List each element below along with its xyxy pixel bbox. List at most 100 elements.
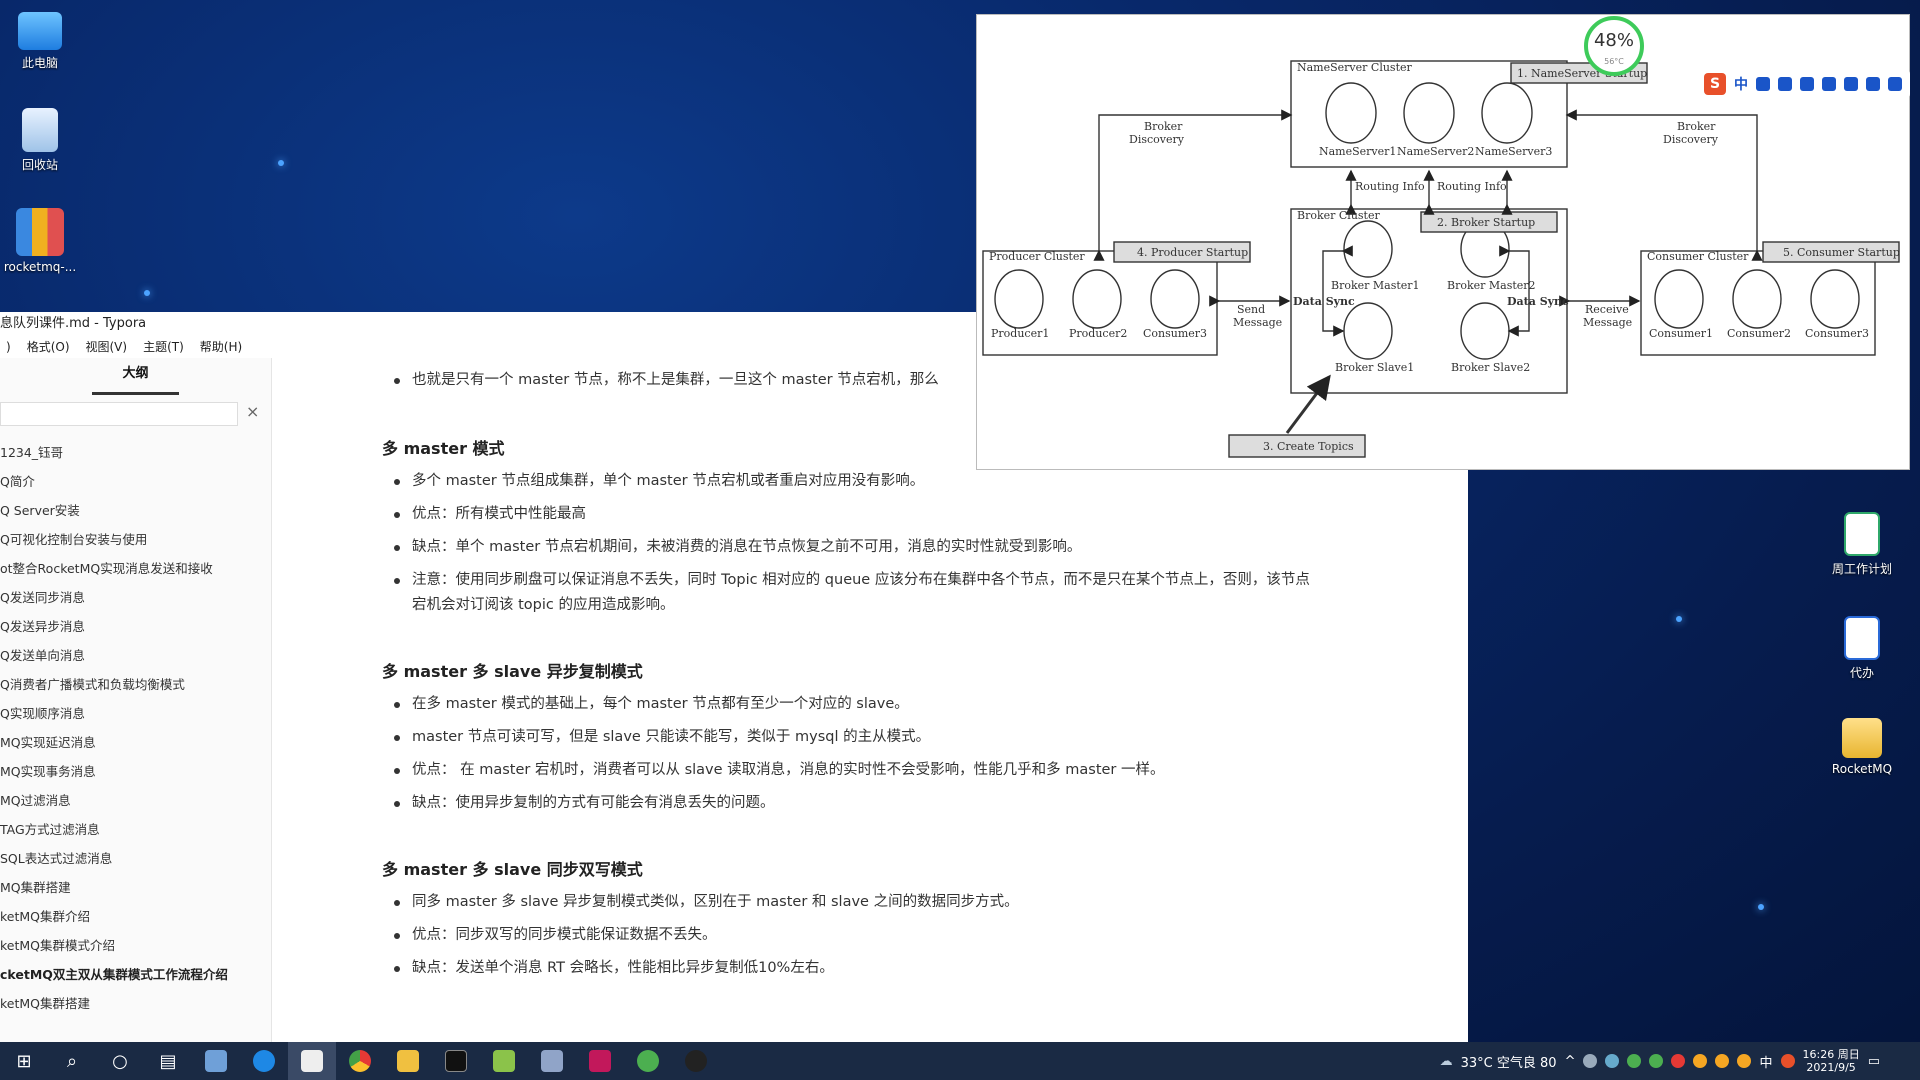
desktop-icon-recycle-bin[interactable]: 回收站	[0, 108, 80, 173]
consumer-label: Consumer3	[1805, 327, 1869, 340]
qq-tray-icon[interactable]	[1715, 1054, 1730, 1068]
receive-message-label: Receive	[1585, 303, 1629, 316]
taskbar-app-chrome[interactable]	[336, 1042, 384, 1080]
menu-item-view[interactable]: 视图(V)	[80, 336, 138, 358]
taskbar-app-explorer[interactable]	[384, 1042, 432, 1080]
folder-icon	[397, 1050, 419, 1072]
data-sync-label: Data Sync	[1507, 295, 1569, 308]
user-icon[interactable]	[1844, 77, 1858, 91]
microphone-icon[interactable]	[1583, 1054, 1598, 1068]
clock[interactable]: 16:26 周日 2021/9/5	[1803, 1048, 1860, 1074]
taskbar-app[interactable]	[192, 1042, 240, 1080]
app-icon	[205, 1050, 227, 1072]
clock-time: 16:26 周日	[1802, 1048, 1860, 1061]
taskbar-app[interactable]	[528, 1042, 576, 1080]
desktop-icon-label: 代办	[1849, 666, 1874, 680]
taskbar-app-terminal[interactable]	[432, 1042, 480, 1080]
emoji-icon[interactable]	[1778, 77, 1792, 91]
desktop-icon-rocketmq-folder[interactable]: RocketMQ	[1822, 718, 1902, 776]
close-icon[interactable]: ×	[246, 402, 259, 421]
performance-gauge[interactable]: 48% 56°C	[1584, 16, 1644, 76]
keyboard-icon[interactable]	[1822, 77, 1836, 91]
outline-item[interactable]: ketMQ集群模式介绍	[0, 931, 271, 960]
sogou-logo-icon: S	[1704, 73, 1726, 95]
broker-label: Broker Slave1	[1335, 361, 1414, 374]
taskbar-app-intellij[interactable]	[576, 1042, 624, 1080]
outline-item[interactable]: MQ过滤消息	[0, 786, 271, 815]
taskbar-app-typora[interactable]	[288, 1042, 336, 1080]
producer-label: Consumer3	[1143, 327, 1207, 340]
network-icon[interactable]	[1605, 1054, 1620, 1068]
consumer-label: Consumer2	[1727, 327, 1791, 340]
broker-cluster-label: Broker Cluster	[1297, 209, 1380, 222]
qq-icon	[685, 1050, 707, 1072]
chevron-up-icon[interactable]: ^	[1565, 1054, 1576, 1069]
search-button[interactable]: ⌕	[48, 1042, 96, 1080]
outline-item-active[interactable]: cketMQ双主双从集群模式工作流程介绍	[0, 960, 271, 989]
search-icon: ⌕	[66, 1050, 78, 1072]
menu-item-help[interactable]: 帮助(H)	[194, 336, 252, 358]
outline-item[interactable]: Q Server安装	[0, 496, 271, 525]
taskbar-app-qq[interactable]	[672, 1042, 720, 1080]
list-item: 优点： 在 master 宕机时，消费者可以从 slave 读取消息，消息的实时…	[382, 758, 1322, 783]
start-button[interactable]: ⊞	[0, 1042, 48, 1080]
wechat-icon	[637, 1050, 659, 1072]
outline-item[interactable]: ketMQ集群搭建	[0, 989, 271, 1018]
list-item: master 节点可读可写，但是 slave 只能读不能写，类似于 mysql …	[382, 725, 1322, 750]
ime-mode-label[interactable]: 中	[1734, 74, 1748, 94]
outline-item[interactable]: ot整合RocketMQ实现消息发送和接收	[0, 554, 271, 583]
tray-app-icon[interactable]	[1627, 1054, 1642, 1068]
outline-search-input[interactable]	[0, 402, 238, 426]
taskbar-app-wechat[interactable]	[624, 1042, 672, 1080]
outline-item[interactable]: SQL表达式过滤消息	[0, 844, 271, 873]
outline-item[interactable]: Q可视化控制台安装与使用	[0, 525, 271, 554]
outline-item[interactable]: Q消费者广播模式和负载均衡模式	[0, 670, 271, 699]
desktop-icon-weekly-plan[interactable]: 周工作计划	[1822, 512, 1902, 577]
outline-item[interactable]: MQ实现延迟消息	[0, 728, 271, 757]
outline-item[interactable]: 1234_钰哥	[0, 438, 271, 467]
qq-tray-icon[interactable]	[1737, 1054, 1752, 1068]
desktop-icon-rocketmq-archive[interactable]: rocketmq-...	[0, 208, 80, 274]
qq-tray-icon[interactable]	[1693, 1054, 1708, 1068]
outline-item[interactable]: MQ集群搭建	[0, 873, 271, 902]
desktop-icon-this-pc[interactable]: 此电脑	[0, 8, 80, 71]
send-message-label: Send	[1237, 303, 1265, 316]
taskbar-app-notepad[interactable]	[480, 1042, 528, 1080]
skin-icon[interactable]	[1866, 77, 1880, 91]
menu-item-theme[interactable]: 主题(T)	[137, 336, 194, 358]
outline-item[interactable]: Q发送异步消息	[0, 612, 271, 641]
taskbar-app-edge[interactable]	[240, 1042, 288, 1080]
outline-item[interactable]: Q简介	[0, 467, 271, 496]
routing-info-label: Routing Info	[1355, 180, 1425, 193]
list-item: 缺点：发送单个消息 RT 会略长，性能相比异步复制低10%左右。	[382, 956, 1322, 981]
recycle-bin-icon	[22, 108, 58, 152]
task-view-button[interactable]: ▤	[144, 1042, 192, 1080]
wechat-tray-icon[interactable]	[1649, 1054, 1664, 1068]
step-label: 4. Producer Startup	[1137, 246, 1248, 259]
toolbox-icon[interactable]	[1888, 77, 1902, 91]
microphone-icon[interactable]	[1800, 77, 1814, 91]
notification-icon[interactable]: ▭	[1868, 1054, 1880, 1069]
outline-item[interactable]: TAG方式过滤消息	[0, 815, 271, 844]
outline-item[interactable]: Q发送同步消息	[0, 583, 271, 612]
punctuation-icon[interactable]	[1756, 77, 1770, 91]
ime-tray-label[interactable]: 中	[1759, 1052, 1772, 1071]
outline-item[interactable]: Q发送单向消息	[0, 641, 271, 670]
sogou-tray-icon[interactable]	[1780, 1054, 1795, 1068]
ime-toolbar[interactable]: S 中	[1696, 70, 1910, 98]
outline-item[interactable]: ketMQ集群介绍	[0, 902, 271, 931]
menu-item-format[interactable]: 格式(O)	[21, 336, 80, 358]
desktop-icon-todo[interactable]: 代办	[1822, 616, 1902, 681]
outline-item[interactable]: MQ实现事务消息	[0, 757, 271, 786]
list-item: 优点：所有模式中性能最高	[382, 502, 1322, 527]
broker-discovery-label: Discovery	[1129, 133, 1185, 146]
tray-app-icon[interactable]	[1671, 1054, 1686, 1068]
folder-icon	[1842, 718, 1882, 758]
outline-item[interactable]: Q实现顺序消息	[0, 699, 271, 728]
menu-item-edit[interactable]: )	[0, 336, 21, 358]
receive-message-label: Message	[1583, 316, 1632, 329]
cortana-button[interactable]: ○	[96, 1042, 144, 1080]
weather-text[interactable]: 33°C 空气良 80	[1461, 1052, 1557, 1071]
list-item: 缺点：单个 master 节点宕机期间，未被消费的消息在节点恢复之前不可用，消息…	[382, 535, 1322, 560]
tab-outline[interactable]: 大纲	[0, 358, 271, 395]
